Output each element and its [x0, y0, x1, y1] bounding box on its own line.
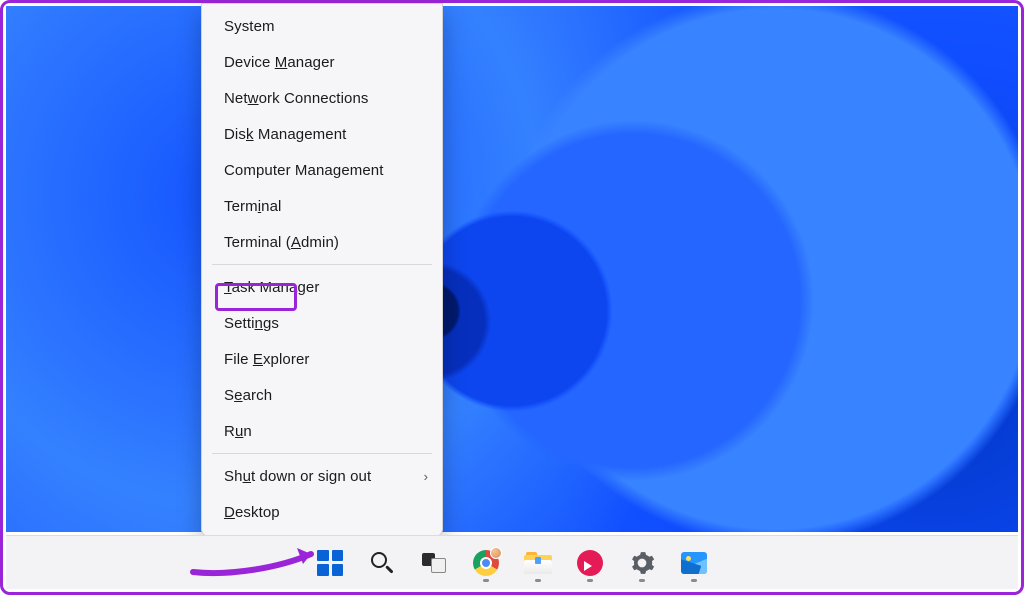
menu-item-settings[interactable]: Settings [202, 305, 442, 341]
task-view-icon [422, 553, 446, 573]
search-button[interactable] [361, 542, 403, 584]
photos-icon [681, 552, 707, 574]
menu-item-system[interactable]: System [202, 8, 442, 44]
menu-item-label: Desktop [224, 504, 280, 521]
chrome-icon [473, 550, 499, 576]
menu-item-label: System [224, 18, 275, 35]
play-circle-icon [577, 550, 603, 576]
menu-item-disk-management[interactable]: Disk Management [202, 116, 442, 152]
menu-item-file-explorer[interactable]: File Explorer [202, 341, 442, 377]
menu-item-device-manager[interactable]: Device Manager [202, 44, 442, 80]
menu-item-label: Task Manager [224, 279, 319, 296]
taskbar-app-chrome[interactable] [465, 542, 507, 584]
menu-item-desktop[interactable]: Desktop [202, 494, 442, 530]
menu-item-label: Terminal [224, 198, 282, 215]
taskbar-app-media[interactable] [569, 542, 611, 584]
gear-icon [629, 550, 655, 576]
menu-item-label: Run [224, 423, 252, 440]
menu-separator [212, 264, 432, 265]
menu-item-label: Computer Management [224, 162, 384, 179]
menu-item-label: Disk Management [224, 126, 346, 143]
menu-item-task-manager[interactable]: Task Manager [202, 269, 442, 305]
menu-item-label: Terminal (Admin) [224, 234, 339, 251]
menu-item-network-connections[interactable]: Network Connections [202, 80, 442, 116]
windows-logo-icon [317, 550, 343, 576]
taskbar-app-settings[interactable] [621, 542, 663, 584]
task-view-button[interactable] [413, 542, 455, 584]
menu-item-search[interactable]: Search [202, 377, 442, 413]
menu-separator [212, 453, 432, 454]
taskbar [6, 535, 1018, 589]
menu-item-shut-down-or-sign-out[interactable]: Shut down or sign out › [202, 458, 442, 494]
menu-item-label: Shut down or sign out [224, 468, 371, 485]
menu-item-label: Settings [224, 315, 279, 332]
menu-item-run[interactable]: Run [202, 413, 442, 449]
menu-item-label: Device Manager [224, 54, 335, 71]
menu-item-label: File Explorer [224, 351, 310, 368]
folder-icon [524, 552, 552, 574]
taskbar-app-photos[interactable] [673, 542, 715, 584]
desktop-wallpaper [6, 6, 1018, 532]
power-user-menu: System Device Manager Network Connections D… [201, 3, 443, 537]
search-icon [370, 551, 394, 575]
menu-item-label: Search [224, 387, 272, 404]
menu-item-terminal[interactable]: Terminal [202, 188, 442, 224]
taskbar-app-file-explorer[interactable] [517, 542, 559, 584]
menu-item-terminal-admin[interactable]: Terminal (Admin) [202, 224, 442, 260]
start-button[interactable] [309, 542, 351, 584]
chevron-right-icon: › [424, 469, 428, 484]
menu-item-label: Network Connections [224, 90, 369, 107]
menu-item-computer-management[interactable]: Computer Management [202, 152, 442, 188]
